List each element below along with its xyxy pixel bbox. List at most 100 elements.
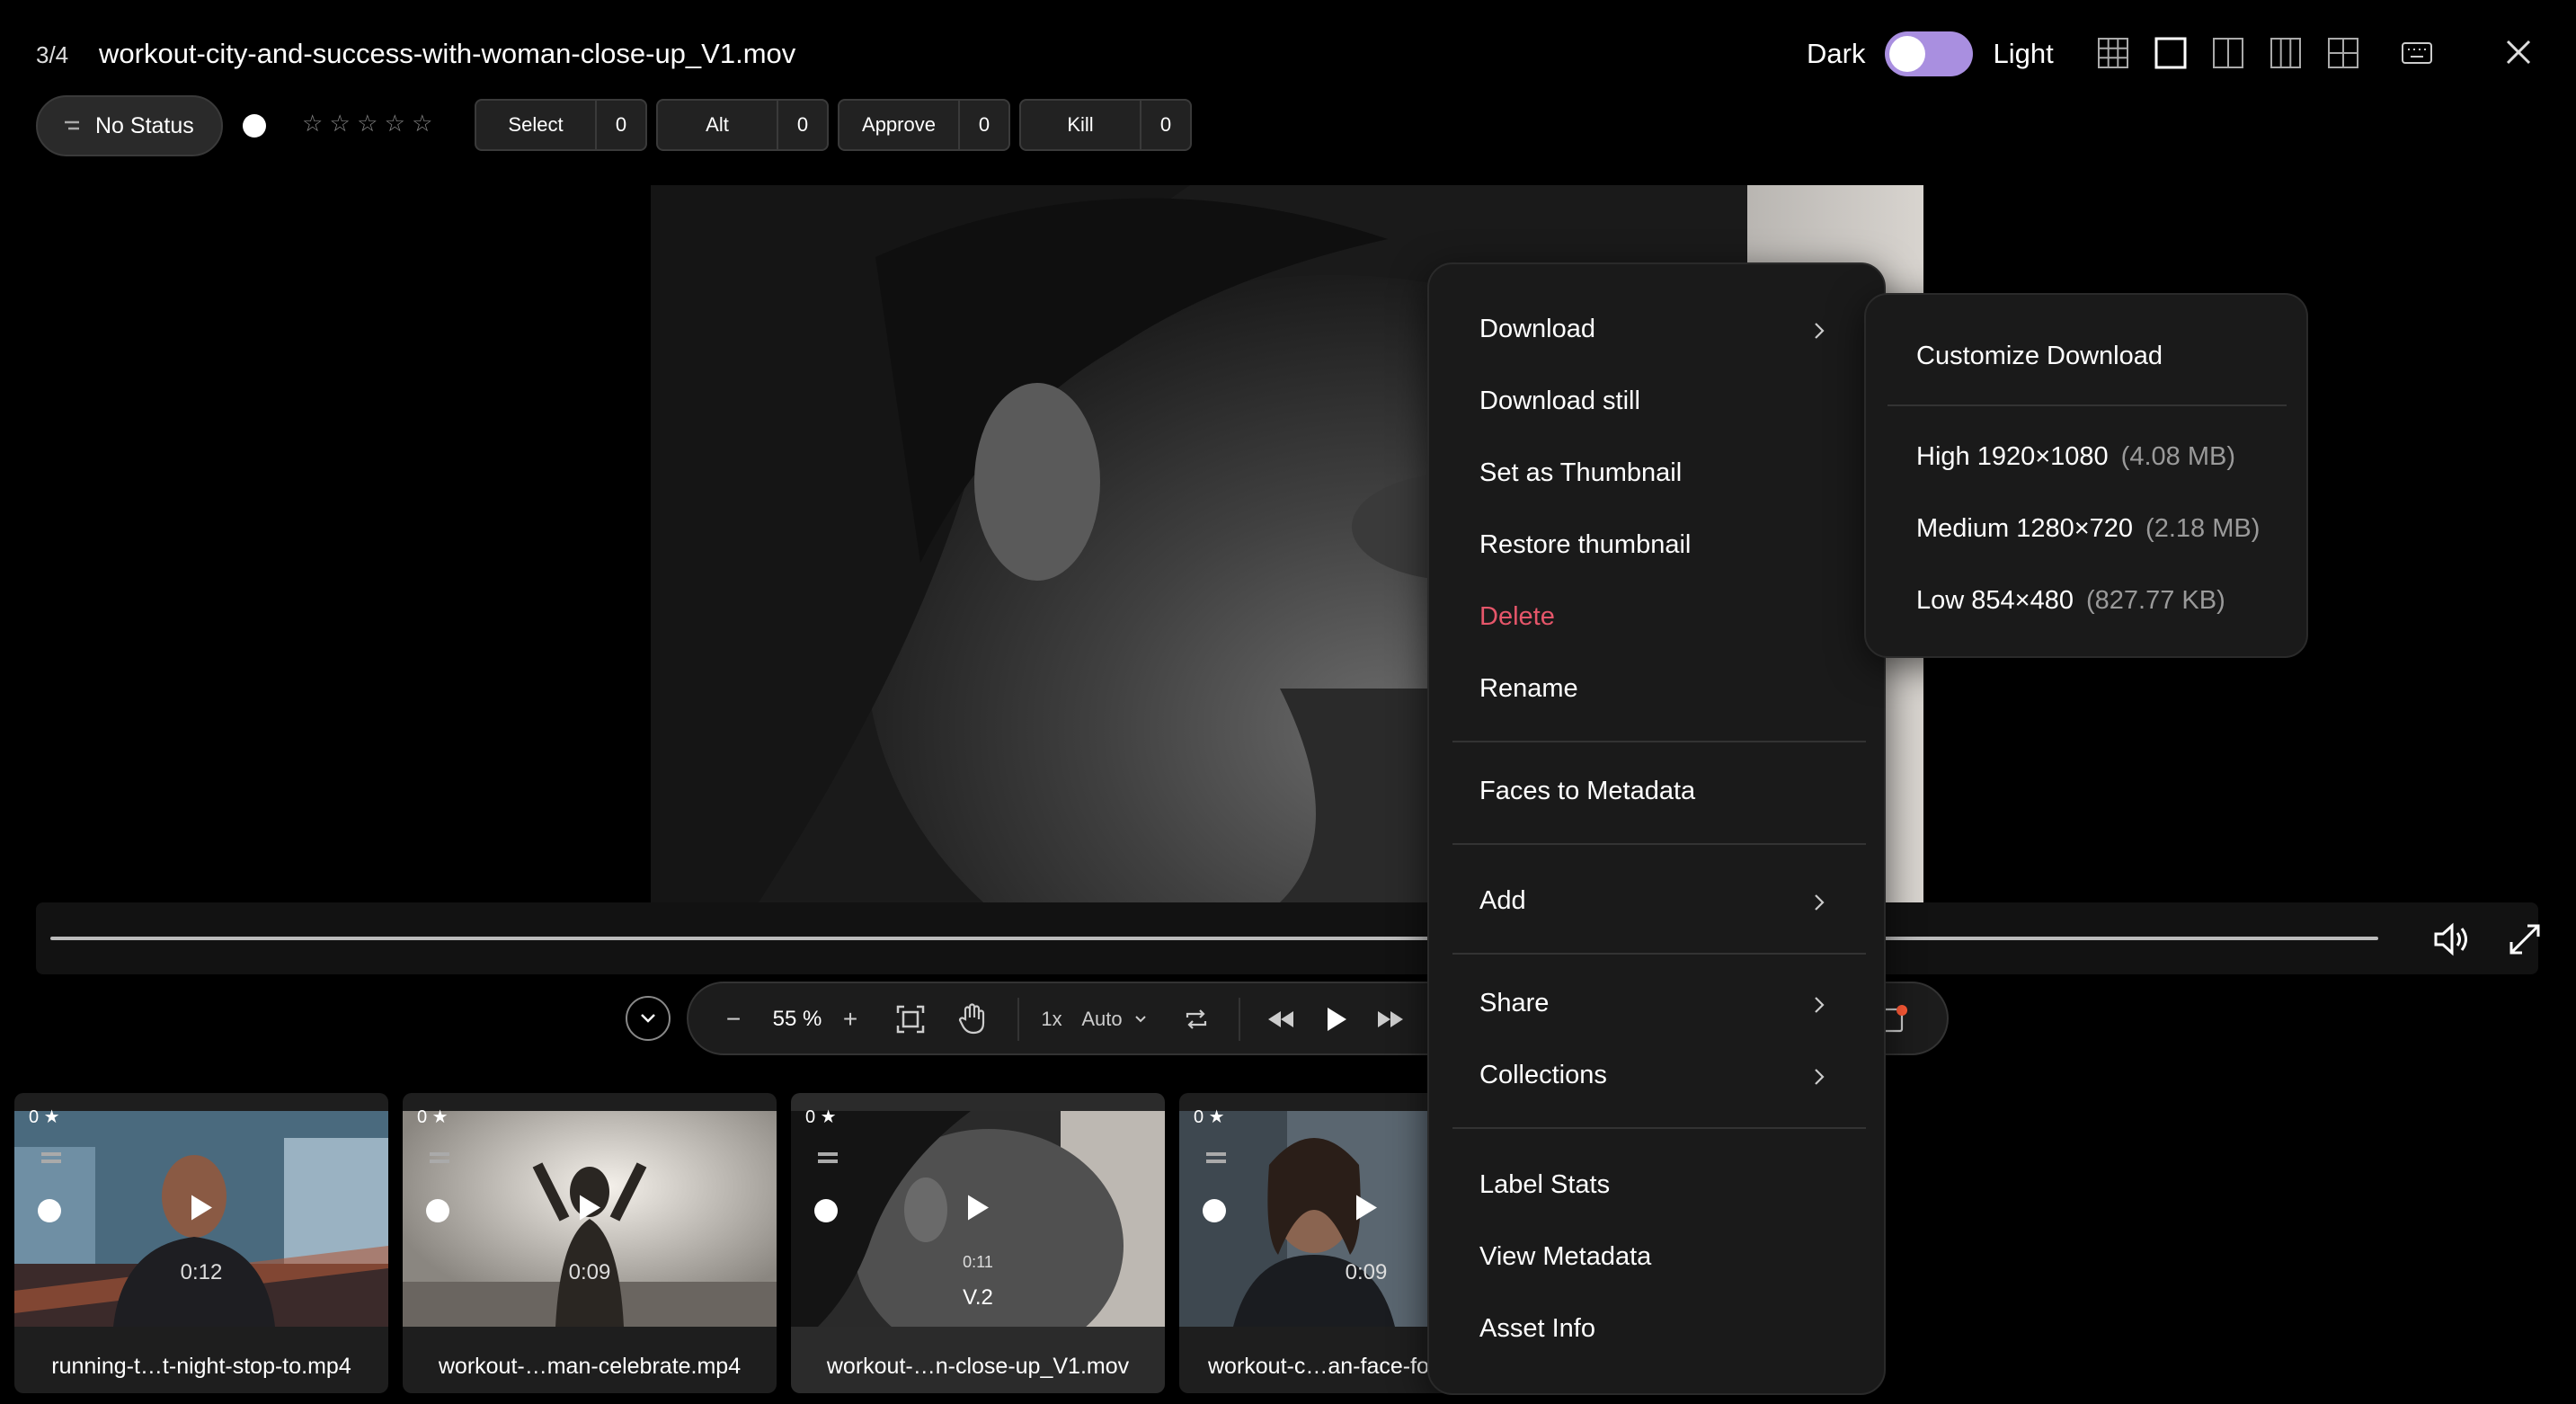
thumbnail-rating: 0 ★ — [805, 1107, 837, 1127]
play-icon[interactable] — [1314, 983, 1359, 1055]
alt-label-button[interactable]: Alt 0 — [656, 99, 829, 151]
split-view-icon[interactable] — [2211, 36, 2245, 70]
menu-item-download-still[interactable]: Download still — [1479, 387, 1640, 416]
thumbnail-color-dot[interactable] — [426, 1199, 449, 1222]
thumbnail-color-dot[interactable] — [814, 1199, 838, 1222]
timeline-scrubber[interactable] — [36, 902, 2540, 974]
menu-item-label-stats[interactable]: Label Stats — [1479, 1170, 1610, 1200]
rewind-icon[interactable] — [1258, 983, 1303, 1055]
status-dropdown[interactable]: No Status — [36, 95, 223, 156]
chevron-right-icon — [1815, 323, 1825, 339]
menu-item-asset-info[interactable]: Asset Info — [1479, 1314, 1595, 1344]
volume-icon[interactable] — [2430, 919, 2472, 960]
download-submenu: Customize Download High 1920×1080 (4.08 M… — [1864, 293, 2308, 658]
top-bar: 3/4 workout-city-and-success-with-woman-… — [0, 0, 2576, 108]
thumbnail-duration: 0:11 — [963, 1253, 993, 1271]
timeline-track[interactable] — [50, 937, 2378, 940]
play-icon[interactable] — [189, 1194, 214, 1227]
label-button-count: 0 — [958, 101, 1008, 149]
select-label-button[interactable]: Select 0 — [475, 99, 647, 151]
menu-divider — [1452, 1127, 1866, 1129]
thumbnail-rating: 0 ★ — [417, 1107, 449, 1127]
chevron-down-icon[interactable] — [1127, 983, 1154, 1055]
label-button-text: Select — [508, 113, 564, 136]
thumbnail-filename: running-t…t-night-stop-to.mp4 — [51, 1354, 351, 1379]
context-menu: Download Download still Set as Thumbnail… — [1427, 262, 1886, 1395]
thumbnail-filename: workout-…n-close-up_V1.mov — [826, 1354, 1130, 1379]
fit-to-screen-icon[interactable] — [888, 983, 933, 1055]
keyboard-shortcuts-icon[interactable] — [2400, 38, 2434, 68]
label-button-count: 0 — [777, 101, 827, 149]
star-rating[interactable]: ☆ ☆ ☆ ☆ ☆ — [302, 110, 432, 138]
theme-toggle[interactable] — [1885, 31, 1974, 76]
download-high[interactable]: High 1920×1080 (4.08 MB) — [1916, 442, 2235, 472]
download-high-size: (4.08 MB) — [2120, 442, 2235, 471]
thumbnail-status-icon — [41, 1152, 61, 1156]
three-column-view-icon[interactable] — [2269, 36, 2303, 70]
download-medium[interactable]: Medium 1280×720 (2.18 MB) — [1916, 514, 2260, 544]
collapse-filmstrip-button[interactable] — [626, 996, 671, 1041]
label-button-text: Alt — [706, 113, 729, 136]
single-view-icon[interactable] — [2154, 36, 2188, 70]
customize-download[interactable]: Customize Download — [1916, 342, 2163, 371]
thumbnail-status-icon — [818, 1152, 838, 1156]
theme-switch: Dark Light — [1807, 31, 2054, 77]
toggle-knob — [1889, 36, 1926, 72]
menu-divider — [1888, 404, 2287, 406]
play-icon[interactable] — [577, 1194, 602, 1227]
thumbnail-duration: 0:12 — [180, 1260, 223, 1284]
download-low-size: (827.77 KB) — [2085, 586, 2225, 615]
menu-item-share[interactable]: Share — [1479, 989, 1549, 1018]
thumbnail-status-icon — [430, 1152, 449, 1156]
thumbnail-rating: 0 ★ — [1194, 1107, 1225, 1127]
download-high-label: High 1920×1080 — [1916, 442, 2109, 471]
filmstrip-thumbnail[interactable]: 0 ★ 0:12 running-t…t-night-stop-to.mp4 — [14, 1093, 388, 1393]
quality-select[interactable]: Auto — [1075, 983, 1129, 1055]
grid-view-icon[interactable] — [2096, 36, 2130, 70]
thumbnail-rating: 0 ★ — [29, 1107, 60, 1127]
layout-switcher — [2096, 36, 2360, 70]
download-low[interactable]: Low 854×480 (827.77 KB) — [1916, 586, 2225, 616]
close-icon[interactable] — [2500, 34, 2536, 70]
filmstrip-thumbnail[interactable]: 0 ★ 0:09 workout-…man-celebrate.mp4 — [403, 1093, 777, 1393]
menu-divider — [1452, 843, 1866, 845]
fullscreen-icon[interactable] — [2504, 919, 2545, 960]
chevron-right-icon — [1815, 997, 1825, 1013]
chevron-down-icon — [641, 1014, 655, 1023]
menu-item-rename[interactable]: Rename — [1479, 674, 1578, 704]
quad-view-icon[interactable] — [2326, 36, 2360, 70]
pan-hand-icon[interactable] — [949, 983, 994, 1055]
color-label-dot[interactable] — [243, 114, 266, 138]
download-medium-label: Medium 1280×720 — [1916, 514, 2134, 543]
menu-item-collections[interactable]: Collections — [1479, 1061, 1607, 1090]
menu-divider — [1452, 741, 1866, 742]
thumbnail-color-dot[interactable] — [1203, 1199, 1226, 1222]
filmstrip-thumbnail-active[interactable]: 0 ★ 0:11 V.2 workout-…n-close-up_V1.mov — [791, 1093, 1165, 1393]
menu-item-restore-thumbnail[interactable]: Restore thumbnail — [1479, 530, 1691, 560]
playback-speed[interactable]: 1x — [1034, 983, 1070, 1055]
zoom-out-button[interactable]: − — [715, 983, 751, 1055]
kill-label-button[interactable]: Kill 0 — [1019, 99, 1192, 151]
zoom-level[interactable]: 55 % — [764, 983, 831, 1055]
thumbnail-filename: workout-…man-celebrate.mp4 — [438, 1354, 742, 1379]
status-icon — [65, 120, 79, 130]
loop-icon[interactable] — [1174, 983, 1219, 1055]
zoom-in-button[interactable]: + — [832, 983, 868, 1055]
approve-label-button[interactable]: Approve 0 — [838, 99, 1010, 151]
fast-forward-icon[interactable] — [1368, 983, 1413, 1055]
menu-item-delete[interactable]: Delete — [1479, 602, 1555, 632]
menu-item-add[interactable]: Add — [1479, 886, 1526, 916]
menu-item-set-thumbnail[interactable]: Set as Thumbnail — [1479, 458, 1682, 488]
label-button-text: Kill — [1067, 113, 1094, 136]
thumbnail-color-dot[interactable] — [38, 1199, 61, 1222]
download-medium-size: (2.18 MB) — [2145, 514, 2261, 543]
thumbnail-version: V.2 — [963, 1285, 993, 1310]
menu-divider — [1452, 953, 1866, 955]
menu-item-download[interactable]: Download — [1479, 315, 1595, 344]
play-icon[interactable] — [1354, 1194, 1379, 1227]
menu-item-faces-to-metadata[interactable]: Faces to Metadata — [1479, 777, 1695, 806]
chevron-right-icon — [1815, 894, 1825, 911]
asset-counter: 3/4 — [36, 41, 69, 68]
play-icon[interactable] — [965, 1194, 990, 1227]
label-button-count: 0 — [595, 101, 645, 149]
